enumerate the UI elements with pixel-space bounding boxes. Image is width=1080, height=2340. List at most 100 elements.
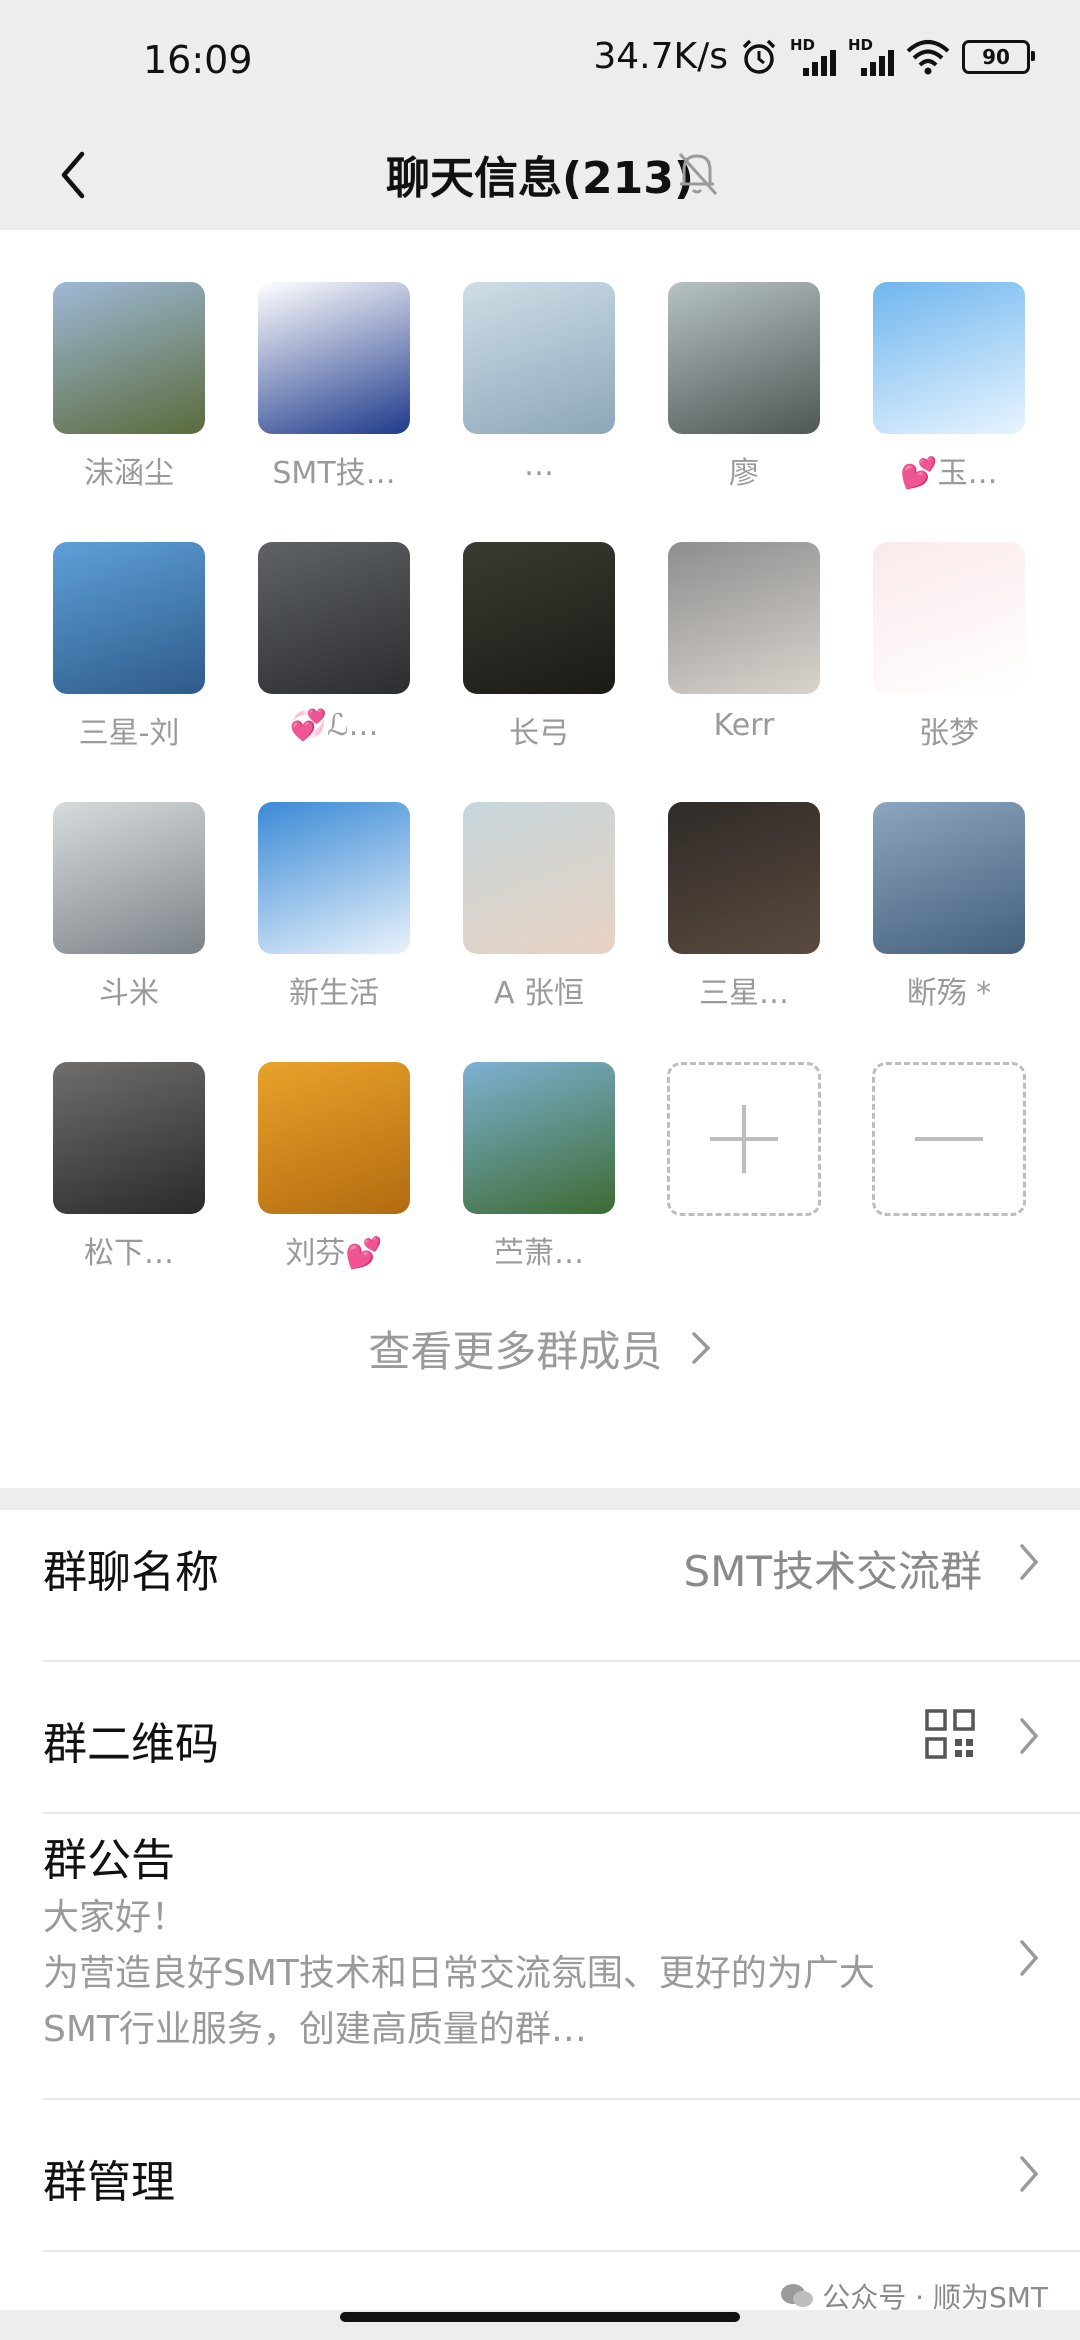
qr-code-label: 群二维码 xyxy=(43,1719,219,1770)
group-notice-row[interactable]: 群公告 大家好！ 为营造良好SMT技术和日常交流氛围、更好的为广大 SMT行业服… xyxy=(0,1814,1080,2099)
plus-icon xyxy=(667,1062,821,1216)
avatar xyxy=(258,802,410,954)
member-item[interactable]: A 张恒 xyxy=(463,802,615,1062)
avatar xyxy=(463,282,615,434)
signal-hd-icon: HD xyxy=(848,36,894,76)
group-notice-label: 群公告 xyxy=(43,1835,175,1886)
member-item[interactable]: 新生活 xyxy=(258,802,410,1062)
avatar xyxy=(53,542,205,694)
wifi-icon xyxy=(906,39,950,74)
member-name: 新生活 xyxy=(289,976,379,1011)
qr-code-icon xyxy=(925,1709,975,1759)
members-section: 沫涵尘 SMT技… … 廖 💕玉… 三星-刘 💞ℒ… 长弓 Kerr 张梦斗米 新生活 A 张恒 三星…… xyxy=(0,230,1080,1488)
nav-bar: 聊天信息(213) xyxy=(0,120,1080,230)
status-icons: 34.7K/s HD HD 90 xyxy=(593,36,1035,77)
notice-line-1: 大家好！ xyxy=(43,1897,188,1938)
view-more-label: 查看更多群成员 xyxy=(368,1327,663,1376)
avatar xyxy=(53,802,205,954)
group-manage-row[interactable]: 群管理 xyxy=(0,2100,1080,2250)
watermark: 公众号 · 顺为SMT xyxy=(780,2276,1048,2316)
member-name: … xyxy=(524,448,554,483)
view-more-members-link[interactable]: 查看更多群成员 xyxy=(0,1318,1080,1379)
member-item[interactable]: 断殇 * xyxy=(873,802,1025,1062)
member-item[interactable]: 刘芬💕 xyxy=(258,1062,410,1322)
chevron-right-icon xyxy=(691,1332,711,1364)
notice-line-3: SMT行业服务，创建高质量的群… xyxy=(43,2009,587,2050)
avatar xyxy=(53,1062,205,1214)
bell-off-icon xyxy=(678,152,718,196)
member-name: 💞ℒ… xyxy=(289,708,379,743)
avatar xyxy=(463,1062,615,1214)
avatar xyxy=(873,542,1025,694)
remove-member-button[interactable] xyxy=(872,1062,1026,1322)
qr-code-row[interactable]: 群二维码 xyxy=(0,1662,1080,1812)
member-item[interactable]: Kerr xyxy=(668,542,820,802)
group-notice-text: 大家好！ 为营造良好SMT技术和日常交流氛围、更好的为广大 SMT行业服务，创建… xyxy=(43,1890,973,2058)
wechat-icon xyxy=(781,2284,814,2307)
member-name: SMT技… xyxy=(272,456,396,491)
member-item[interactable]: 苎萧… xyxy=(463,1062,615,1322)
settings-list: 群聊名称 SMT技术交流群 群二维码 群公告 大家好！ 为营造良好SMT技术和日… xyxy=(0,1510,1080,2310)
avatar xyxy=(668,542,820,694)
page-title: 聊天信息(213) xyxy=(385,153,695,204)
member-item[interactable]: 💞ℒ… xyxy=(258,542,410,802)
member-item[interactable]: 三星-刘 xyxy=(53,542,205,802)
avatar xyxy=(258,1062,410,1214)
member-item[interactable]: … xyxy=(463,282,615,542)
avatar xyxy=(463,802,615,954)
group-name-label: 群聊名称 xyxy=(43,1547,219,1598)
member-name: 斗米 xyxy=(99,976,159,1011)
member-name: 三星-刘 xyxy=(78,716,180,751)
chevron-right-icon xyxy=(1020,2156,1039,2192)
avatar xyxy=(258,282,410,434)
chevron-right-icon xyxy=(1020,1544,1039,1580)
member-item[interactable]: 松下… xyxy=(53,1062,205,1322)
member-item[interactable]: 廖 xyxy=(668,282,820,542)
member-name: 断殇 * xyxy=(906,976,992,1011)
avatar xyxy=(668,802,820,954)
watermark-text: 公众号 · 顺为SMT xyxy=(822,2281,1048,2314)
member-name: 廖 xyxy=(729,456,759,491)
avatar xyxy=(463,542,615,694)
member-grid: 沫涵尘 SMT技… … 廖 💕玉… 三星-刘 💞ℒ… 长弓 Kerr 张梦斗米 新生活 A 张恒 三星…… xyxy=(53,282,1033,1322)
status-bar: 16:09 34.7K/s HD HD 90 xyxy=(0,0,1080,120)
member-item[interactable]: 沫涵尘 xyxy=(53,282,205,542)
member-name: 苎萧… xyxy=(494,1236,584,1271)
notice-line-2: 为营造良好SMT技术和日常交流氛围、更好的为广大 xyxy=(43,1953,875,1994)
avatar xyxy=(668,282,820,434)
group-name-value: SMT技术交流群 xyxy=(683,1547,982,1596)
member-name: 沫涵尘 xyxy=(84,456,174,491)
battery-level: 90 xyxy=(982,44,1010,69)
member-item[interactable]: 长弓 xyxy=(463,542,615,802)
chevron-right-icon xyxy=(1020,1718,1039,1754)
add-member-button[interactable] xyxy=(667,1062,821,1322)
divider xyxy=(43,2250,1080,2252)
battery-icon: 90 xyxy=(962,39,1035,74)
member-name: A 张恒 xyxy=(493,976,585,1011)
member-name: 张梦 xyxy=(919,716,979,751)
group-manage-label: 群管理 xyxy=(43,2157,175,2208)
alarm-icon xyxy=(742,39,776,74)
signal-hd-icon: HD xyxy=(790,36,836,76)
member-item[interactable]: SMT技… xyxy=(258,282,410,542)
home-indicator[interactable] xyxy=(340,2312,740,2322)
member-item[interactable]: 💕玉… xyxy=(873,282,1025,542)
avatar xyxy=(873,802,1025,954)
member-name: 💕玉… xyxy=(900,456,998,491)
group-name-row[interactable]: 群聊名称 SMT技术交流群 xyxy=(0,1510,1080,1610)
member-item[interactable]: 张梦 xyxy=(873,542,1025,802)
avatar xyxy=(873,282,1025,434)
avatar xyxy=(53,282,205,434)
network-speed: 34.7K/s xyxy=(593,36,728,77)
minus-icon xyxy=(872,1062,1026,1216)
member-item[interactable]: 三星… xyxy=(668,802,820,1062)
chevron-right-icon xyxy=(1020,1940,1039,1976)
member-name: 松下… xyxy=(84,1236,174,1271)
member-name: 长弓 xyxy=(509,716,569,751)
avatar xyxy=(258,542,410,694)
status-time: 16:09 xyxy=(143,38,253,82)
member-name: Kerr xyxy=(713,708,775,743)
member-item[interactable]: 斗米 xyxy=(53,802,205,1062)
member-name: 三星… xyxy=(699,976,789,1011)
member-name: 刘芬💕 xyxy=(285,1236,383,1271)
